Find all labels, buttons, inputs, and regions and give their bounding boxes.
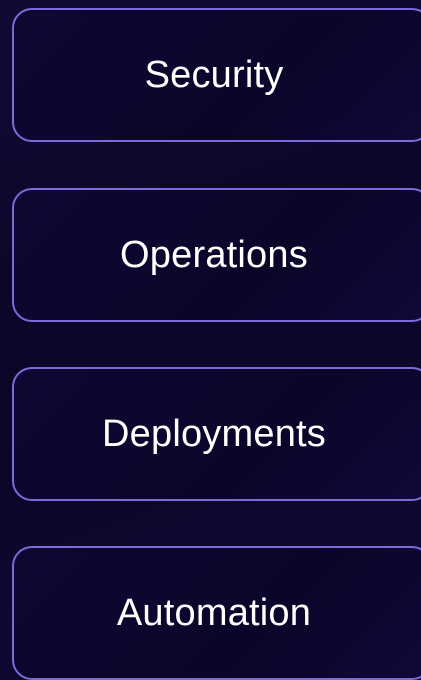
nav-card-operations[interactable]: Operations	[12, 188, 421, 322]
nav-card-deployments[interactable]: Deployments	[12, 367, 421, 501]
category-nav-list: Security Operations Deployments Automati…	[0, 0, 421, 680]
nav-card-label: Automation	[116, 591, 312, 634]
nav-card-label: Deployments	[102, 412, 326, 455]
nav-card-security[interactable]: Security	[12, 8, 421, 142]
nav-card-label: Operations	[120, 233, 308, 276]
nav-card-automation[interactable]: Automation	[12, 546, 421, 680]
nav-card-label: Security	[144, 53, 284, 96]
